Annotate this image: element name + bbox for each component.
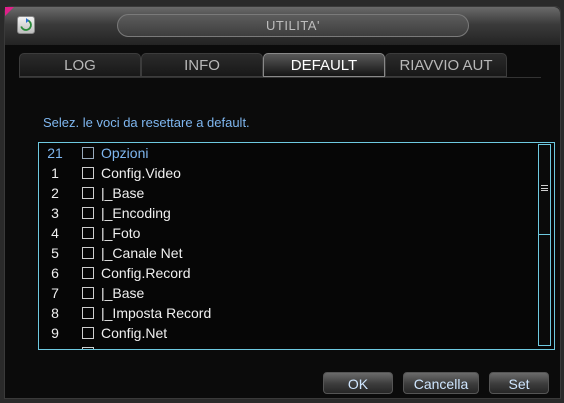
- item-number: 4: [51, 225, 59, 241]
- set-button[interactable]: Set: [489, 372, 549, 394]
- list-item[interactable]: 9 Config.Net: [39, 323, 539, 343]
- item-number: 7: [51, 285, 59, 301]
- item-number: 2: [51, 185, 59, 201]
- list-item[interactable]: 2 |_Base: [39, 183, 539, 203]
- list-item[interactable]: 3 |_Encoding: [39, 203, 539, 223]
- item-number: 9: [51, 325, 59, 341]
- item-checkbox[interactable]: [82, 327, 94, 339]
- grip-icon: [541, 185, 548, 191]
- reset-options-list[interactable]: 21 Opzioni 1 Config.Video 2 |_Base 3 |_E…: [38, 142, 555, 350]
- item-label: Config.Net: [101, 325, 168, 341]
- list-item[interactable]: 8 |_Imposta Record: [39, 303, 539, 323]
- item-checkbox[interactable]: [82, 267, 94, 279]
- item-count: 21: [47, 145, 63, 161]
- list-header-label: Opzioni: [101, 145, 149, 161]
- item-checkbox[interactable]: [82, 307, 94, 319]
- tab-info[interactable]: INFO: [141, 53, 263, 77]
- item-checkbox[interactable]: [82, 287, 94, 299]
- tab-log[interactable]: LOG: [19, 53, 141, 77]
- list-item[interactable]: 7 |_Base: [39, 283, 539, 303]
- ok-button[interactable]: OK: [323, 372, 393, 394]
- item-checkbox[interactable]: [82, 207, 94, 219]
- list-item[interactable]: 4 |_Foto: [39, 223, 539, 243]
- item-label: |_Base: [101, 185, 145, 201]
- title-bar[interactable]: UTILITA': [5, 7, 560, 45]
- item-checkbox[interactable]: [82, 227, 94, 239]
- item-number: 8: [51, 305, 59, 321]
- list-item[interactable]: 1 Config.Video: [39, 163, 539, 183]
- list-item-partial: [39, 343, 539, 349]
- cancel-button[interactable]: Cancella: [403, 372, 479, 394]
- item-label: |_Foto: [101, 225, 141, 241]
- item-checkbox[interactable]: [82, 167, 94, 179]
- tab-bar: LOG INFO DEFAULT RIAVVIO AUT: [19, 53, 541, 77]
- item-label: |_Base: [101, 285, 145, 301]
- item-checkbox[interactable]: [82, 247, 94, 259]
- item-checkbox[interactable]: [82, 187, 94, 199]
- list-header-row[interactable]: 21 Opzioni: [39, 143, 539, 163]
- item-number: 6: [51, 265, 59, 281]
- item-number: 1: [51, 165, 59, 181]
- item-label: Config.Video: [101, 165, 181, 181]
- instructions-text: Selez. le voci da resettare a default.: [43, 115, 250, 130]
- tab-divider: [19, 77, 541, 78]
- refresh-icon[interactable]: [17, 16, 35, 34]
- item-label: Config.Record: [101, 265, 191, 281]
- list-scrollbar[interactable]: [538, 144, 551, 346]
- list-item[interactable]: 5 |_Canale Net: [39, 243, 539, 263]
- item-label: |_Canale Net: [101, 245, 183, 261]
- utility-window: UTILITA' LOG INFO DEFAULT RIAVVIO AUT Se…: [4, 6, 561, 399]
- item-label: |_Encoding: [101, 205, 171, 221]
- tab-riavvio-aut[interactable]: RIAVVIO AUT: [385, 53, 507, 77]
- item-number: 3: [51, 205, 59, 221]
- scrollbar-thumb[interactable]: [539, 145, 550, 235]
- window-corner-mark: [5, 7, 14, 16]
- item-checkbox: [82, 347, 94, 349]
- item-label: |_Imposta Record: [101, 305, 212, 321]
- window-title: UTILITA': [117, 14, 469, 37]
- select-all-checkbox[interactable]: [82, 147, 94, 159]
- tab-default[interactable]: DEFAULT: [263, 53, 385, 77]
- item-number: 5: [51, 245, 59, 261]
- list-item[interactable]: 6 Config.Record: [39, 263, 539, 283]
